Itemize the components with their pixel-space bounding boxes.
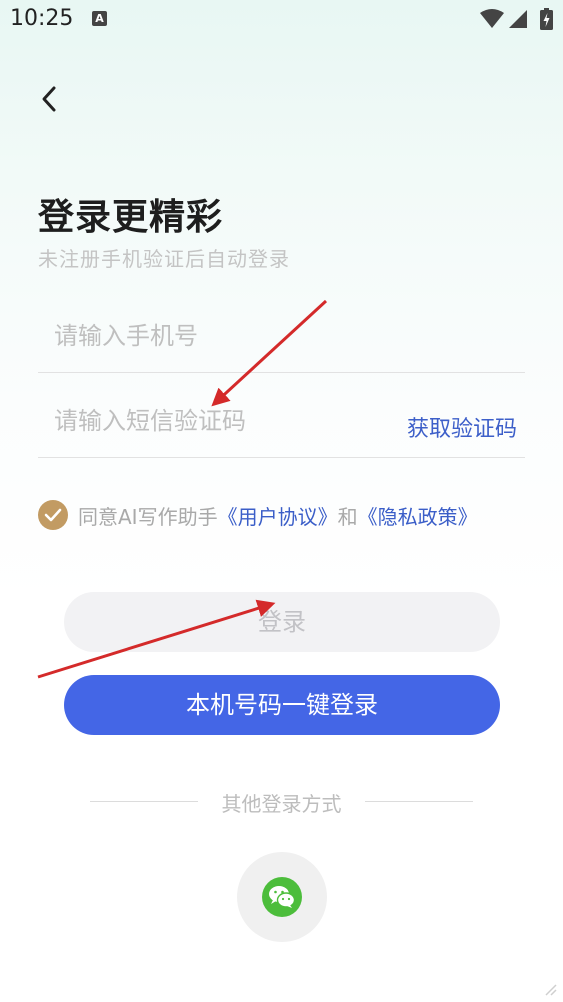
status-time: 10:25 xyxy=(10,6,74,31)
login-button[interactable]: 登录 xyxy=(64,592,500,652)
check-icon xyxy=(44,508,62,522)
user-agreement-link[interactable]: 《用户协议》 xyxy=(218,501,338,530)
sms-code-input[interactable] xyxy=(52,399,386,443)
wechat-bubbles-icon xyxy=(269,886,296,908)
agreement-row: 同意AI写作助手 《用户协议》 和 《隐私政策》 xyxy=(38,498,478,532)
agreement-prefix: 同意AI写作助手 xyxy=(78,504,218,529)
chevron-left-icon xyxy=(42,86,56,112)
page-subtitle: 未注册手机验证后自动登录 xyxy=(38,247,290,271)
other-login-label: 其他登录方式 xyxy=(221,792,342,816)
get-code-button[interactable]: 获取验证码 xyxy=(407,411,517,443)
agreement-checkbox[interactable] xyxy=(38,500,68,530)
battery-icon xyxy=(540,8,553,30)
phone-input[interactable] xyxy=(52,314,386,358)
corner-decoration xyxy=(545,984,557,996)
signal-icon xyxy=(509,10,527,28)
agreement-conjunction: 和 xyxy=(337,504,358,529)
divider-right xyxy=(365,801,473,802)
wechat-login-button[interactable] xyxy=(237,852,327,942)
privacy-policy-link[interactable]: 《隐私政策》 xyxy=(358,501,478,530)
wechat-icon xyxy=(262,877,302,917)
back-button[interactable] xyxy=(32,80,68,120)
one-key-login-button[interactable]: 本机号码一键登录 xyxy=(64,675,500,735)
notification-icon: A xyxy=(92,11,107,26)
divider-left xyxy=(90,801,198,802)
status-bar: 10:25 A xyxy=(0,0,563,40)
wifi-icon xyxy=(480,9,504,28)
phone-field xyxy=(38,300,525,373)
code-field: 获取验证码 xyxy=(38,385,525,458)
page-title: 登录更精彩 xyxy=(38,197,224,238)
